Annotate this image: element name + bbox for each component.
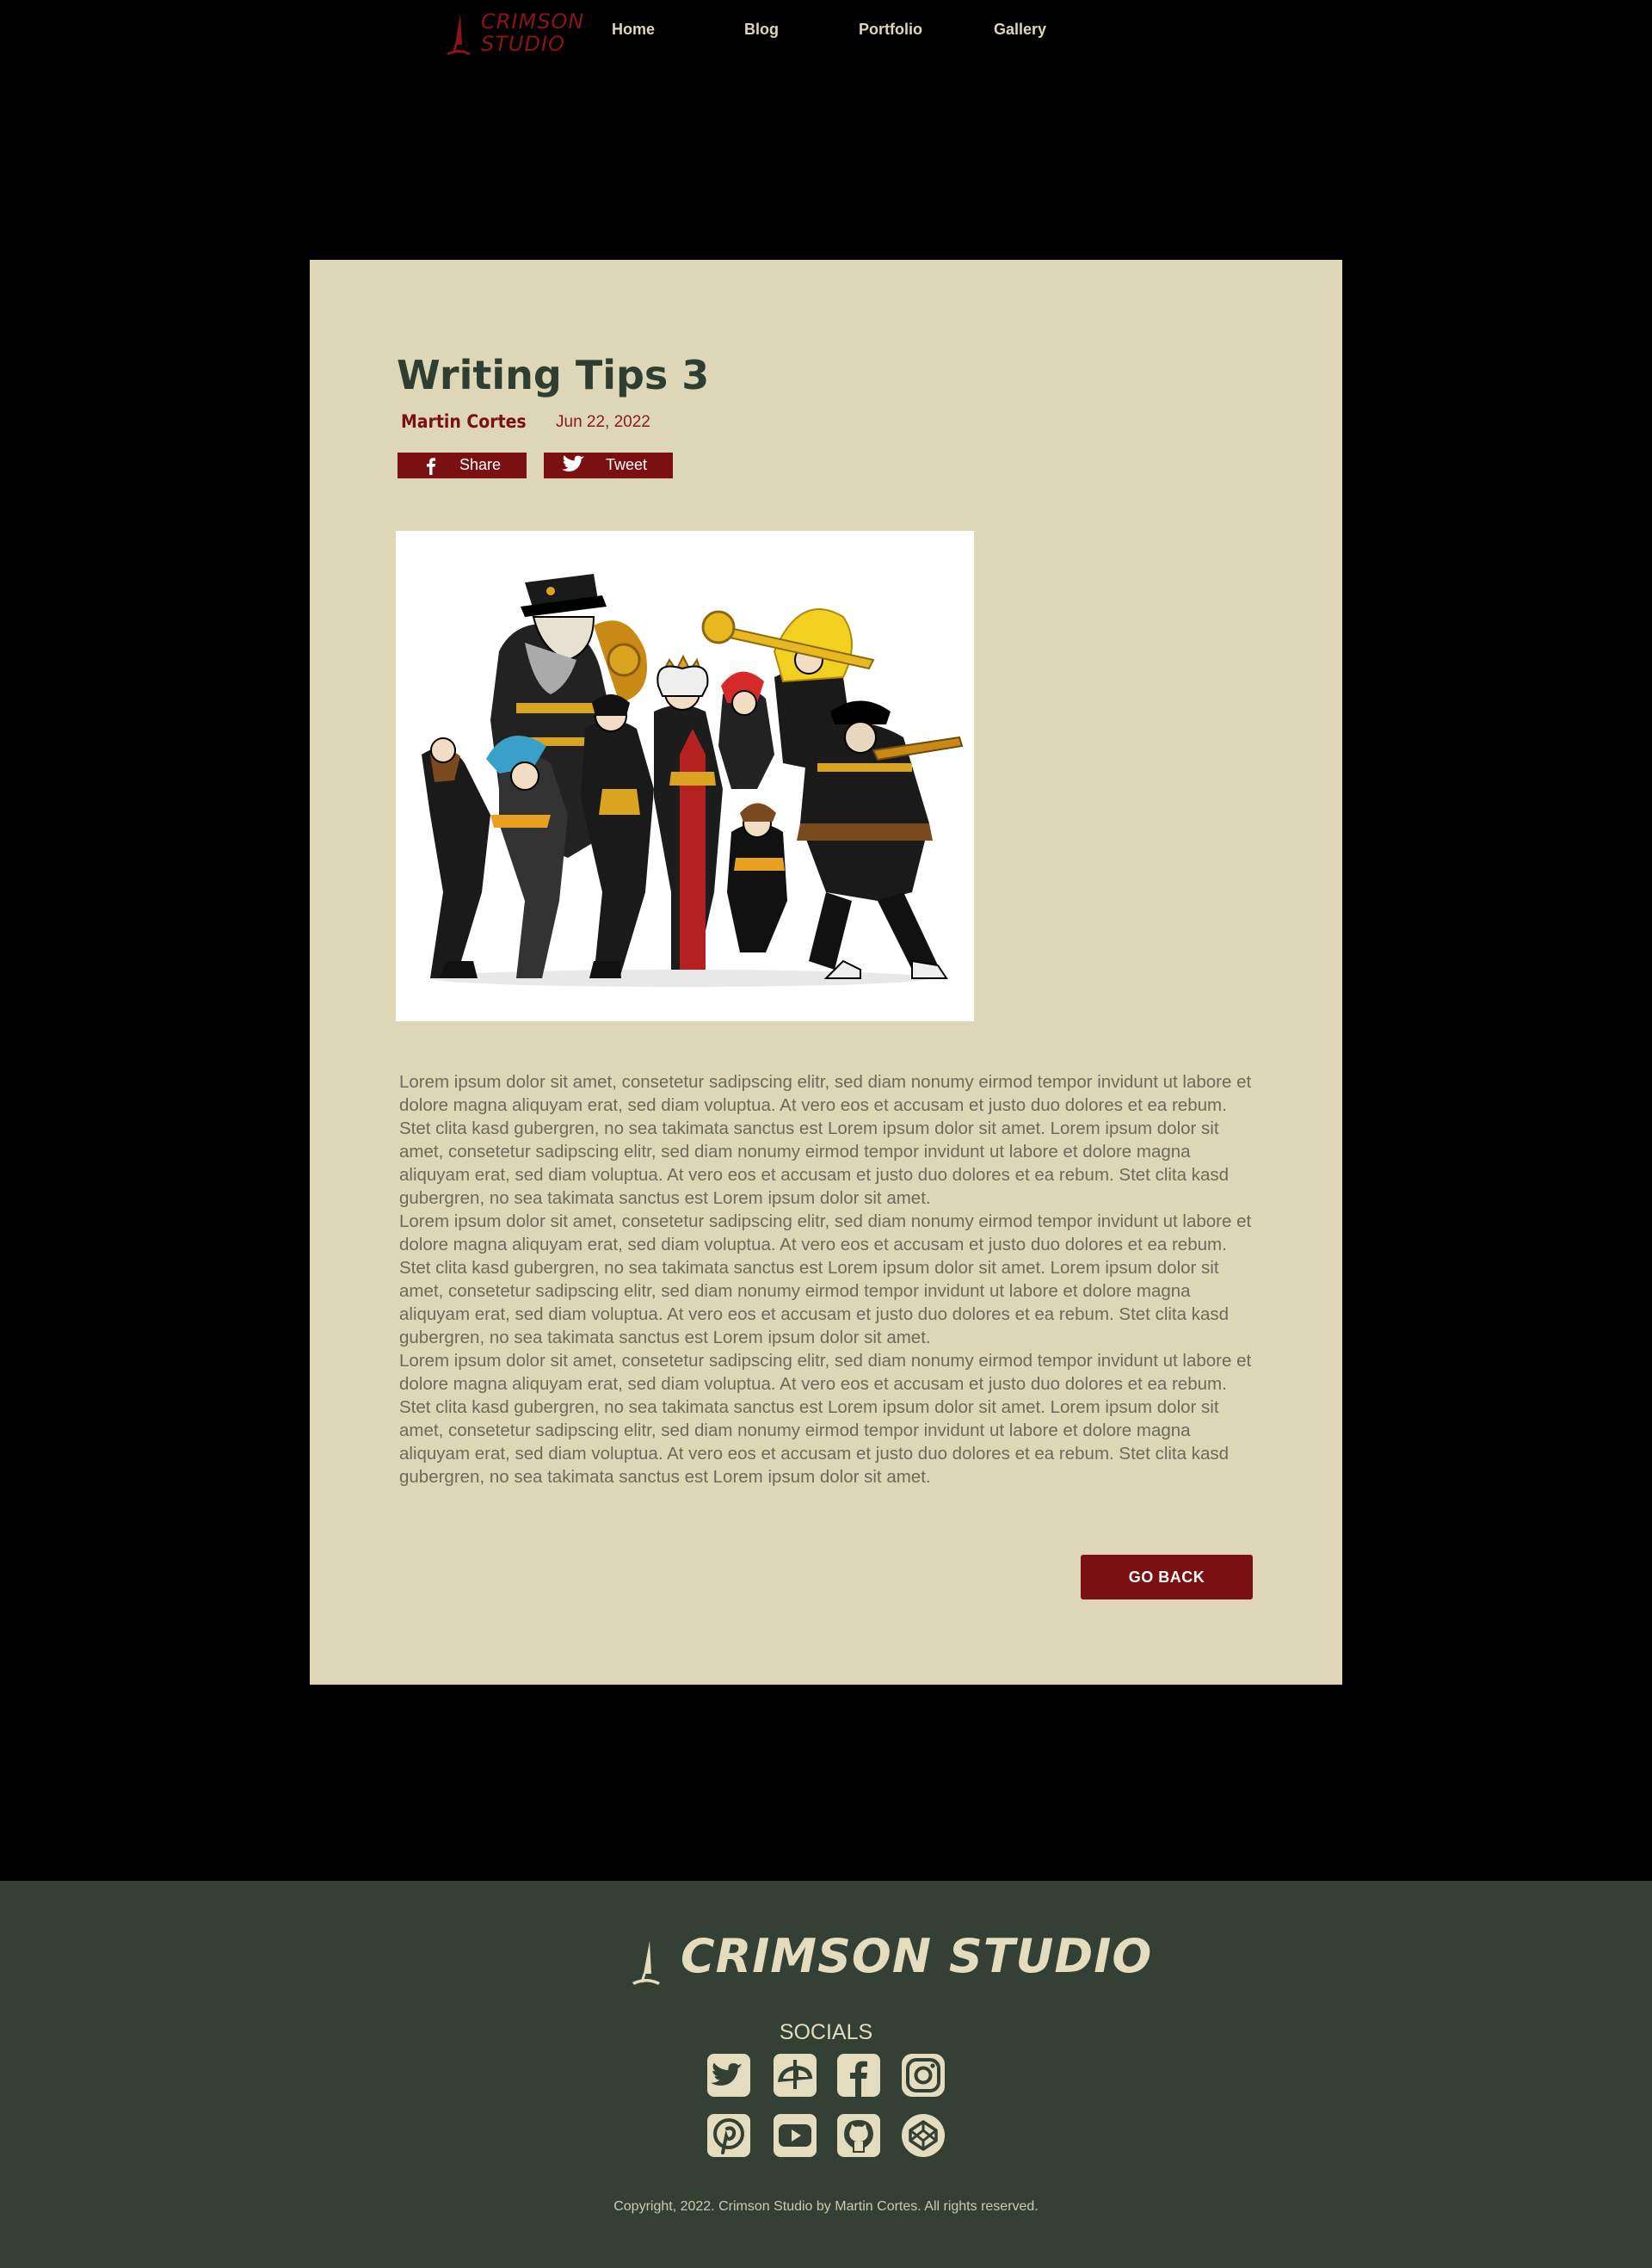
facebook-share-button[interactable]: Share	[398, 453, 527, 478]
copyright-text: Copyright, 2022. Crimson Studio by Marti…	[613, 2199, 1039, 2214]
logo-text: CRIMSON STUDIO	[481, 10, 584, 55]
nav-blog-link[interactable]: Blog	[744, 21, 779, 39]
site-header: CRIMSON STUDIO Home Blog Portfolio Galle…	[0, 0, 1652, 69]
nav-gallery-link[interactable]: Gallery	[994, 21, 1046, 39]
footer-logo[interactable]: CRIMSON STUDIO	[631, 1927, 1151, 1988]
facebook-icon	[427, 458, 435, 475]
youtube-icon[interactable]	[773, 2113, 817, 2158]
nav-portfolio-link[interactable]: Portfolio	[859, 21, 922, 39]
logo-line-2: STUDIO	[481, 32, 565, 56]
post-card: Writing Tips 3 Martin Cortes Jun 22, 202…	[310, 260, 1342, 1685]
twitter-tweet-button[interactable]: Tweet	[544, 453, 673, 478]
post-author[interactable]: Martin Cortes	[401, 411, 527, 432]
socials-heading: SOCIALS	[779, 2020, 873, 2044]
nav-home-link[interactable]: Home	[612, 21, 655, 39]
footer-brand-name: CRIMSON STUDIO	[681, 1929, 1153, 1983]
illustration-steampunk-crew	[396, 531, 974, 1021]
site-footer: CRIMSON STUDIO SOCIALS Copyright, 2022. …	[0, 1881, 1652, 2268]
post-paragraph-3: Lorem ipsum dolor sit amet, consetetur s…	[399, 1351, 1252, 1487]
site-logo[interactable]: CRIMSON STUDIO	[443, 10, 583, 59]
twitter-icon[interactable]	[706, 2053, 751, 2098]
quill-logo-icon	[632, 1941, 660, 1985]
codepen-icon[interactable]	[901, 2113, 946, 2158]
twitter-icon	[561, 455, 585, 471]
tweet-label: Tweet	[606, 456, 648, 473]
go-back-button[interactable]: GO BACK	[1081, 1555, 1253, 1599]
share-label: Share	[459, 456, 502, 473]
post-image	[396, 531, 974, 1021]
post-paragraph-1: Lorem ipsum dolor sit amet, consetetur s…	[399, 1072, 1252, 1208]
post-body: Lorem ipsum dolor sit amet, consetetur s…	[399, 1070, 1260, 1488]
quill-logo-icon	[447, 14, 471, 55]
deviantart-icon[interactable]	[773, 2053, 817, 2098]
facebook-icon[interactable]	[836, 2053, 881, 2098]
logo-line-1: CRIMSON	[481, 9, 585, 34]
pinterest-icon[interactable]	[706, 2113, 751, 2158]
instagram-icon[interactable]	[901, 2053, 946, 2098]
post-paragraph-2: Lorem ipsum dolor sit amet, consetetur s…	[399, 1211, 1252, 1347]
post-title: Writing Tips 3	[397, 352, 710, 398]
post-date: Jun 22, 2022	[556, 413, 650, 431]
github-icon[interactable]	[836, 2113, 881, 2158]
